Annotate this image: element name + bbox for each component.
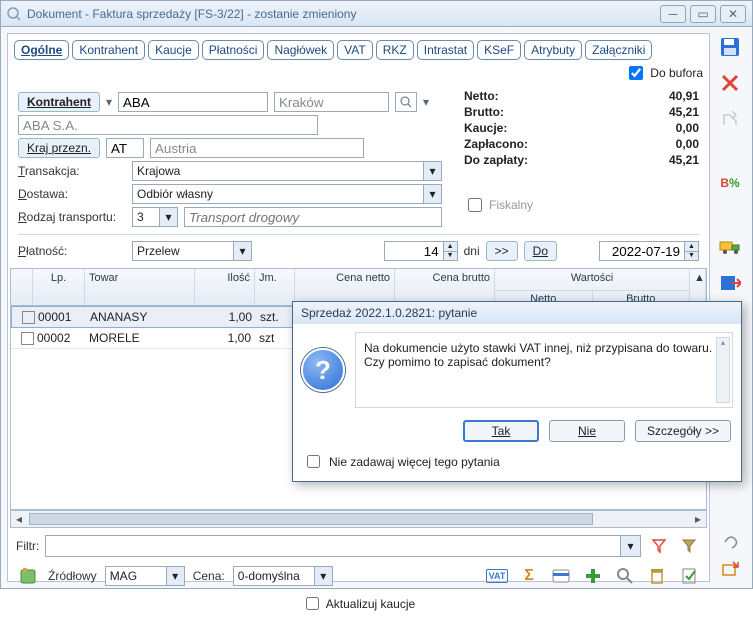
export-icon [716,105,744,133]
contractor-city-input[interactable] [274,92,389,112]
confirm-dialog: Sprzedaż 2022.1.0.2821: pytanie ? Na dok… [292,301,742,482]
spin-down[interactable]: ▼ [444,252,457,261]
side-export-icon[interactable] [720,558,740,578]
maximize-button[interactable]: ▭ [690,5,716,23]
contractor-code-input[interactable] [118,92,268,112]
filter-settings-icon[interactable] [677,534,701,558]
transakcja-label: Transakcja: [18,164,126,178]
card-icon[interactable] [549,564,573,588]
details-button[interactable]: Szczegóły >> [635,420,731,442]
tab-atrybuty[interactable]: Atrybuty [524,40,582,60]
platnosc-label: Płatność: [18,244,126,258]
scroll-left[interactable]: ◂ [11,512,27,526]
date-field[interactable]: ▲▼ [599,241,699,261]
filtr-combo[interactable]: ▾ [45,535,641,557]
aktualizuj-checkbox[interactable] [306,597,319,610]
contractor-button[interactable]: Kontrahent [18,92,100,112]
minimize-button[interactable]: ─ [660,5,686,23]
chevron-down-icon[interactable]: ▾ [106,95,112,109]
dostawa-combo[interactable]: Odbiór własny▾ [132,184,442,204]
bufor-check[interactable]: Do bufora [625,63,703,83]
transakcja-combo[interactable]: Krajowa▾ [132,161,442,181]
tab-vat[interactable]: VAT [337,40,373,60]
sum-icon[interactable]: Σ [517,564,541,588]
trash-icon[interactable] [645,564,669,588]
noask-check[interactable]: Nie zadawaj więcej tego pytania [293,446,741,481]
dialog-title: Sprzedaż 2022.1.0.2821: pytanie [293,302,741,324]
scroll-right[interactable]: ▸ [690,512,706,526]
book-icon[interactable] [16,564,40,588]
cena-combo[interactable]: 0-domyślna▾ [233,566,333,586]
cena-label: Cena: [193,569,225,583]
contractor-lookup[interactable] [395,92,417,112]
rodzaj-code[interactable]: 3▾ [132,207,178,227]
yes-button[interactable]: Tak [463,420,539,442]
tab-zalaczniki[interactable]: Załączniki [585,40,652,60]
tab-rkz[interactable]: RKZ [376,40,414,60]
chevron-down-icon: ▾ [233,242,251,260]
tab-intrastat[interactable]: Intrastat [417,40,474,60]
zoom-icon[interactable] [613,564,637,588]
delete-icon[interactable] [716,69,744,97]
zrodlowy-label: Źródłowy [48,569,97,583]
dostawa-label: Dostawa: [18,187,126,201]
spin-up[interactable]: ▲ [444,242,457,252]
filtr-label: Filtr: [16,539,39,553]
tab-row: Ogólne Kontrahent Kaucje Płatności Nagłó… [8,34,709,87]
window-title: Dokument - Faktura sprzedaży [FS-3/22] -… [27,7,656,21]
spin-down[interactable]: ▼ [685,252,698,261]
rodzaj-label: Rodzaj transportu: [18,210,126,224]
save-icon[interactable] [716,33,744,61]
truck-icon[interactable] [716,233,744,261]
grid-hscroll[interactable]: ◂ ▸ [10,510,707,528]
close-button[interactable]: ✕ [720,5,746,23]
days-spinner[interactable]: ▲▼ [384,241,458,261]
mag-combo[interactable]: MAG▾ [105,566,185,586]
question-icon: ? [301,348,345,392]
tab-kaucje[interactable]: Kaucje [148,40,199,60]
rodzaj-placeholder[interactable] [184,207,442,227]
do-button[interactable]: Do [524,241,557,261]
totals: Netto:40,91 Brutto:45,21 Kaucje:0,00 Zap… [464,89,699,167]
chevron-down-icon: ▾ [423,185,441,203]
aktualizuj-label: Aktualizuj kaucje [326,597,415,611]
payment-method[interactable]: Przelew▾ [132,241,252,261]
attach-icon [721,532,739,550]
bx-icon[interactable]: B% [716,169,744,197]
vat-icon[interactable]: VAT [485,564,509,588]
chevron-down-icon: ▾ [159,208,177,226]
bottom-toolbar: Źródłowy MAG▾ Cena: 0-domyślna▾ VAT Σ [8,560,709,592]
import-icon[interactable] [716,269,744,297]
tab-platnosci[interactable]: Płatności [202,40,265,60]
chevron-down-icon: ▾ [314,567,332,585]
tab-ksef[interactable]: KSeF [477,40,521,60]
pick-icon[interactable] [677,564,701,588]
chevron-down-icon[interactable]: ▾ [423,95,429,109]
transit-country [150,138,364,158]
transit-country-button[interactable]: Kraj przezn. [18,138,100,158]
title-bar: Dokument - Faktura sprzedaży [FS-3/22] -… [1,1,752,27]
chevron-down-icon: ▾ [166,567,184,585]
dialog-text: Na dokumencie użyto stawki VAT innej, ni… [355,332,733,408]
transit-code[interactable] [106,138,144,158]
add-icon[interactable] [581,564,605,588]
app-icon [7,7,21,21]
right-sidebar: B% [714,33,746,305]
filter-edit-icon[interactable] [647,534,671,558]
chevron-down-icon: ▾ [423,162,441,180]
fiskalny-check[interactable]: Fiskalny [464,195,699,215]
tab-naglowek[interactable]: Nagłówek [267,40,334,60]
spin-up[interactable]: ▲ [685,242,698,252]
bufor-checkbox[interactable] [629,66,643,80]
fwd-button[interactable]: >> [486,241,518,261]
dialog-scrollbar[interactable]: ▴ [716,337,730,403]
contractor-name [18,115,318,135]
chevron-down-icon: ▾ [620,536,640,556]
tab-ogolne[interactable]: Ogólne [14,40,69,60]
tab-kontrahent[interactable]: Kontrahent [72,40,145,60]
no-button[interactable]: Nie [549,420,625,442]
